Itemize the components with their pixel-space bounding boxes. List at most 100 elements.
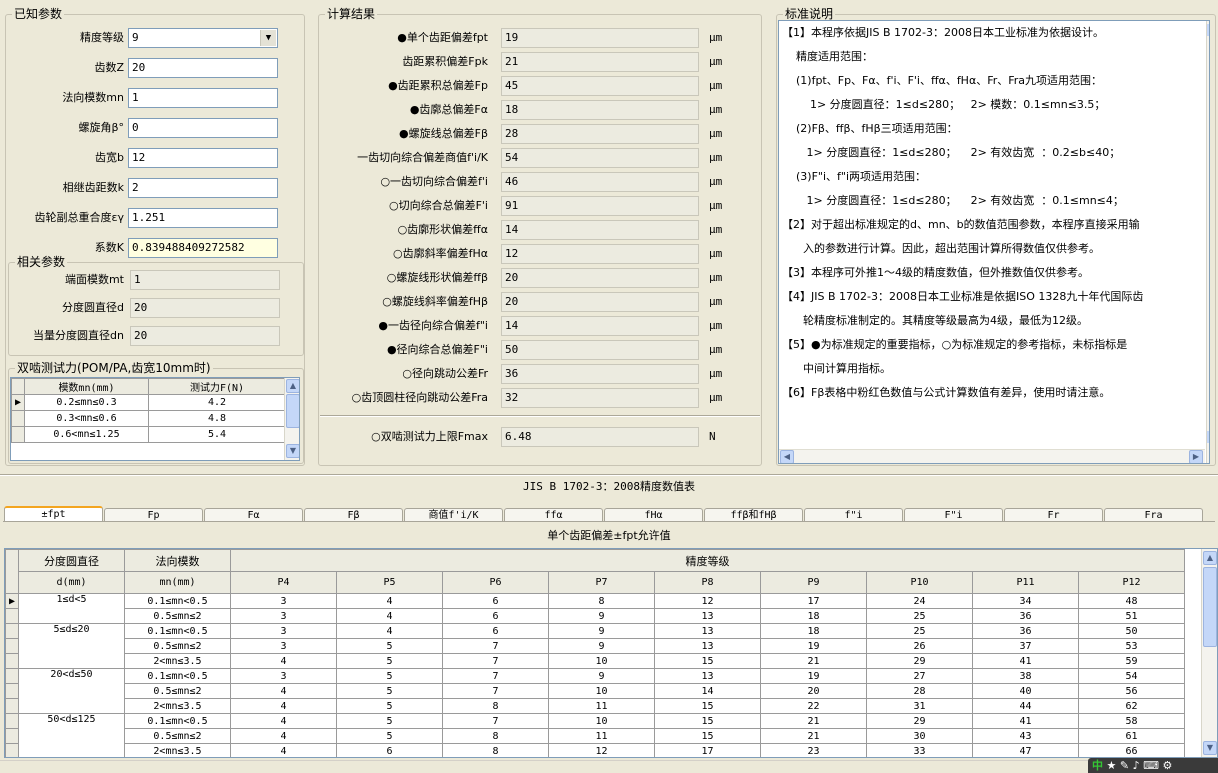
value-cell: 5 [336,683,443,699]
row-header[interactable] [11,426,25,443]
mic-icon[interactable]: ♪ [1133,759,1140,772]
precision-grade-select[interactable]: 9 ▼ [128,28,278,48]
result-label: ○螺旋线形状偏差ffβ [386,271,488,284]
tab-item[interactable]: fHα [604,508,703,522]
scroll-up-icon[interactable]: ▲ [286,379,299,393]
notes-vscroll[interactable] [1206,21,1209,463]
value-cell: 28 [866,683,973,699]
known-field-input[interactable]: 20 [128,58,278,78]
keyboard-icon[interactable]: ⌨ [1143,759,1159,772]
table-row[interactable]: 5≤d≤20 0.1≤mn<0.5 3 4 6 9 13 18 25 36 50 [5,623,1185,669]
notes-box[interactable]: 【1】本程序依据JIS B 1702-3：2008日本工业标准为依据设计。 精度… [778,20,1210,464]
scroll-up-icon[interactable]: ▲ [1203,551,1217,565]
tab-item[interactable]: f"i [804,508,903,522]
scroll-down-icon[interactable] [1207,431,1209,443]
row-header[interactable] [5,728,19,744]
tab-item[interactable]: Fp [104,508,203,522]
row-header[interactable] [5,743,19,757]
value-cell: 4 [230,698,337,714]
table-row[interactable]: 2<mn≤3.5 4 6 8 12 17 23 33 47 66 [5,743,1185,757]
value-cell: 8 [548,593,655,609]
result-label: 齿距累积偏差Fpk [402,55,488,68]
known-field-input[interactable]: 12 [128,148,278,168]
force-scrollbar[interactable]: ▲ ▼ [284,378,299,460]
row-header[interactable] [5,653,19,669]
known-field-input[interactable]: 1.251 [128,208,278,228]
value-cell: 15 [654,728,761,744]
value-cell: 10 [548,653,655,669]
punctuation-icon[interactable]: ★ [1107,759,1117,772]
result-unit: μm [709,295,723,308]
field-label: 齿宽b [95,151,124,164]
scroll-down-icon[interactable]: ▼ [1203,741,1217,755]
table-row[interactable]: 0.5≤mn≤2 4 5 7 10 14 20 28 40 56 [5,683,1185,699]
table-row[interactable]: ▶ 1≤d<5 0.1≤mn<0.5 3 4 6 8 12 17 24 34 48 [5,593,1185,624]
force-row[interactable]: 0.3<mn≤0.6 4.8 [11,410,286,427]
grade-header: P9 [760,571,867,594]
scroll-thumb[interactable] [286,394,299,428]
diameter-cell: 50<d≤125 [18,713,125,757]
ime-indicator[interactable]: 中 [1092,759,1103,772]
table-row[interactable]: 2<mn≤3.5 4 5 8 11 15 22 31 44 62 [5,698,1185,714]
value-cell: 41 [972,713,1079,729]
grid-vscroll[interactable]: ▲ ▼ [1201,549,1217,757]
table-row[interactable]: 50<d≤125 0.1≤mn<0.5 4 5 7 10 15 21 29 41 58 [5,713,1185,757]
row-header[interactable] [11,410,25,427]
ime-tray[interactable]: 中 ★ ✎ ♪ ⌨ ⚙ [1088,758,1218,773]
row-header[interactable] [5,668,19,684]
table-row[interactable]: 0.5≤mn≤2 3 5 7 9 13 19 26 37 53 [5,638,1185,654]
tab-item[interactable]: ffβ和fHβ [704,508,803,522]
table-row[interactable]: 2<mn≤3.5 4 5 7 10 15 21 29 41 59 [5,653,1185,669]
tab-item[interactable]: ffα [504,508,603,522]
field-value: 1 [132,91,139,104]
tab-item[interactable]: ±fpt [4,506,103,522]
row-header[interactable] [5,638,19,654]
force-row[interactable]: 0.6<mn≤1.25 5.4 [11,426,286,443]
known-field-input[interactable]: 2 [128,178,278,198]
notes-hscroll[interactable]: ◀ ▶ [779,449,1205,463]
value-cell: 13 [654,608,761,624]
value-cell: 36 [972,623,1079,639]
header-diameter: 分度圆直径 [18,549,125,572]
row-header[interactable]: ▶ [11,394,25,411]
chevron-down-icon[interactable]: ▼ [260,30,276,46]
value-cell: 15 [654,713,761,729]
row-header[interactable] [5,623,19,639]
force-title: 双啮测试力(POM/PA,齿宽10mm时) [15,361,213,375]
row-header[interactable] [5,713,19,729]
tab-item[interactable]: F"i [904,508,1003,522]
known-field-input[interactable]: 0 [128,118,278,138]
row-header[interactable] [5,698,19,714]
value-cell: 18 [760,608,867,624]
value-cell: 4 [336,623,443,639]
row-header[interactable] [5,683,19,699]
note-line: 精度适用范围： [782,50,873,63]
value-cell: 6 [442,623,549,639]
tab-item[interactable]: Fβ [304,508,403,522]
known-field-input[interactable]: 0.839488409272582 [128,238,278,258]
table-row[interactable]: 0.5≤mn≤2 3 4 6 9 13 18 25 36 51 [5,608,1185,624]
table-row[interactable]: 20<d≤50 0.1≤mn<0.5 3 5 7 9 13 19 27 38 54 [5,668,1185,714]
tab-item[interactable]: Fα [204,508,303,522]
tab-item[interactable]: Fr [1004,508,1103,522]
scroll-thumb[interactable] [1203,567,1217,647]
result-value: 32 [501,388,699,408]
table-row[interactable]: 0.5≤mn≤2 4 5 8 11 15 21 30 43 61 [5,728,1185,744]
value-cell: 48 [1078,593,1185,609]
pen-icon[interactable]: ✎ [1120,759,1129,772]
module-cell: 2<mn≤3.5 [124,653,231,669]
tab-item[interactable]: Fra [1104,508,1203,522]
scroll-right-icon[interactable]: ▶ [1189,450,1203,463]
scroll-down-icon[interactable]: ▼ [286,444,299,458]
result-value: 54 [501,148,699,168]
tab-item[interactable]: 商值f'i/K [404,508,503,522]
row-header[interactable] [5,608,19,624]
scroll-up-icon[interactable] [1207,24,1209,36]
row-header[interactable]: ▶ [5,593,19,609]
gear-icon[interactable]: ⚙ [1163,759,1173,772]
value-cell: 4 [230,713,337,729]
force-row[interactable]: ▶ 0.2≤mn≤0.3 4.2 [11,394,286,411]
scroll-left-icon[interactable]: ◀ [780,450,794,463]
known-field-input[interactable]: 1 [128,88,278,108]
result-unit: μm [709,103,723,116]
